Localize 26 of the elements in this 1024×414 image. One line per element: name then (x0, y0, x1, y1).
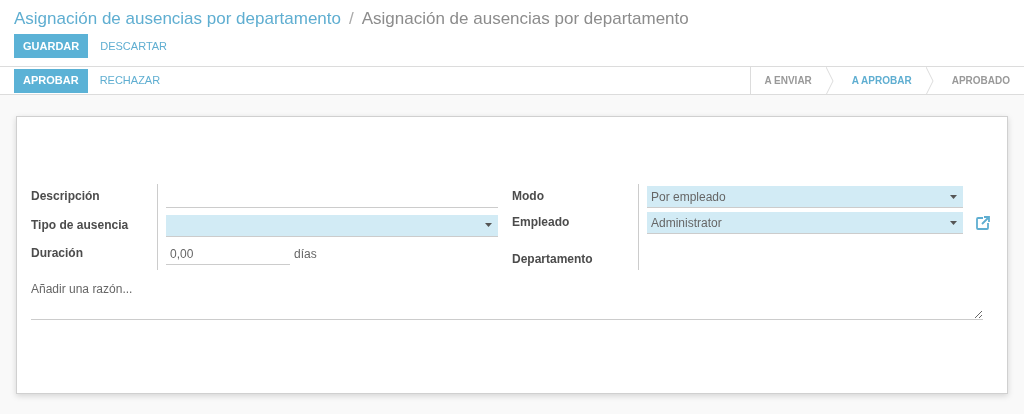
dropdown-field[interactable]: Administrator (647, 212, 963, 234)
field-label: Descripción (31, 188, 101, 205)
dropdown-field[interactable] (166, 214, 498, 237)
status-stage[interactable]: A APROBAR (833, 67, 926, 94)
link-button[interactable]: RECHAZAR (88, 68, 172, 93)
status-stage[interactable]: A ENVIAR (751, 67, 826, 94)
status-stage[interactable]: APROBADO (933, 67, 1024, 94)
unit-label: días (294, 246, 317, 264)
breadcrumb-title: Asignación de ausencias por departamento (361, 8, 689, 31)
dropdown-caret-icon (950, 194, 957, 199)
dropdown-caret-icon (485, 223, 492, 228)
dropdown-caret-icon (950, 220, 957, 225)
field-label: Tipo de ausencia (31, 216, 130, 234)
breadcrumb-separator: / (349, 8, 354, 31)
number-input-field[interactable]: 0,00 (166, 243, 290, 266)
breadcrumb-link[interactable]: Asignación de ausencias por departamento (14, 6, 341, 32)
notes-textarea[interactable]: Añadir una razón... (31, 280, 983, 320)
primary-button[interactable]: GUARDAR (14, 34, 89, 58)
field-label: Modo (512, 188, 545, 205)
dropdown-field[interactable]: Por empleado (647, 186, 963, 208)
field-label: Empleado (512, 214, 571, 231)
field-label: Duración (31, 245, 84, 263)
primary-button[interactable]: APROBAR (14, 68, 88, 93)
link-button[interactable]: DESCARTAR (89, 34, 179, 58)
external-link-icon[interactable] (975, 215, 991, 231)
field-label: Departamento (512, 251, 594, 268)
